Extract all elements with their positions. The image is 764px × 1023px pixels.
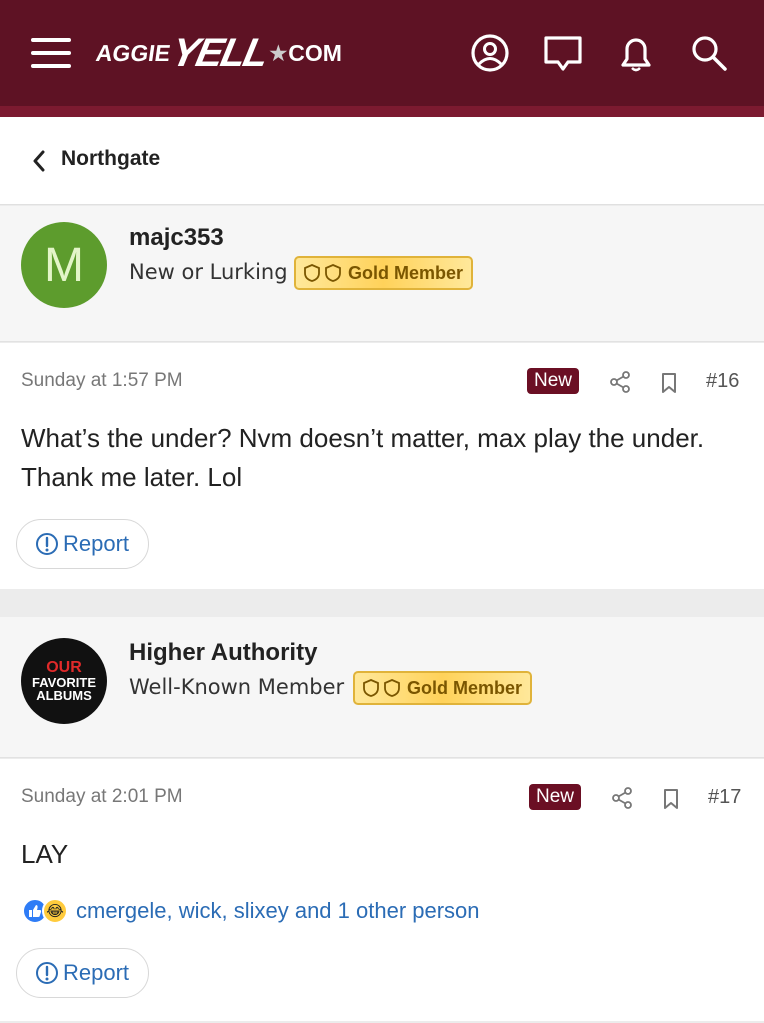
avatar[interactable]: OUR FAVORITE ALBUMS	[21, 638, 107, 724]
post-timestamp[interactable]: Sunday at 2:01 PM	[21, 786, 183, 808]
logo-text-left: AGGIE	[94, 39, 173, 66]
shield-icon	[363, 679, 400, 697]
star-icon: ★	[269, 42, 288, 65]
post-17: Sunday at 2:01 PM New #17 LAY 😂 cmergele…	[0, 759, 764, 1021]
report-button[interactable]: Report	[16, 948, 150, 998]
new-badge: New	[529, 784, 582, 810]
shield-icon	[304, 264, 341, 282]
share-icon[interactable]	[609, 371, 631, 393]
alert-circle-icon	[36, 962, 58, 984]
search-icon[interactable]	[688, 32, 730, 74]
logo-text-right: COM	[288, 39, 342, 66]
post-number[interactable]: #16	[706, 370, 739, 393]
post-message: LAY	[21, 839, 69, 869]
report-label: Report	[63, 531, 130, 556]
alert-circle-icon	[36, 533, 58, 555]
menu-icon[interactable]	[31, 38, 71, 68]
messages-icon[interactable]	[542, 32, 584, 74]
account-icon[interactable]	[469, 32, 511, 74]
alerts-icon[interactable]	[615, 32, 657, 74]
bookmark-icon[interactable]	[662, 788, 680, 810]
chevron-left-icon	[33, 150, 45, 172]
post-number[interactable]: #17	[708, 786, 741, 809]
breadcrumb[interactable]: Northgate	[0, 117, 764, 205]
top-navigation-bar: AGGIE YELL ★ COM	[0, 0, 764, 106]
gold-member-badge: Gold Member	[353, 671, 533, 705]
avatar-text: OUR	[46, 659, 82, 676]
bookmark-icon[interactable]	[660, 372, 678, 394]
post-timestamp[interactable]: Sunday at 1:57 PM	[21, 370, 183, 392]
reactions-bar[interactable]: 😂 cmergele, wick, slixey and 1 other per…	[22, 898, 480, 924]
badge-label: Gold Member	[407, 677, 523, 698]
header-stripe	[0, 106, 764, 117]
username[interactable]: Higher Authority	[129, 639, 317, 667]
logo-text-mid: YELL	[167, 30, 272, 75]
avatar[interactable]: M	[21, 222, 107, 308]
post-author-block: OUR FAVORITE ALBUMS Higher Authority Wel…	[0, 617, 764, 758]
user-title: New or Lurking	[129, 260, 288, 284]
breadcrumb-label[interactable]: Northgate	[61, 147, 160, 171]
new-badge: New	[527, 368, 580, 394]
share-icon[interactable]	[611, 787, 633, 809]
laugh-icon: 😂	[42, 898, 68, 924]
user-title: Well-Known Member	[129, 675, 345, 699]
post-16: Sunday at 1:57 PM New #16 What’s the und…	[0, 343, 764, 589]
reaction-users-link[interactable]: cmergele, wick, slixey and 1 other perso…	[76, 898, 480, 924]
post-author-block: M majc353 New or Lurking Gold Member	[0, 206, 764, 342]
avatar-letter: M	[44, 238, 84, 292]
avatar-text: ALBUMS	[36, 688, 92, 703]
gold-member-badge: Gold Member	[294, 256, 474, 290]
badge-label: Gold Member	[348, 262, 464, 283]
post-message: What’s the under? Nvm doesn’t matter, ma…	[21, 423, 705, 492]
site-logo[interactable]: AGGIE YELL ★ COM	[94, 30, 342, 76]
report-label: Report	[63, 960, 130, 985]
report-button[interactable]: Report	[16, 519, 150, 569]
username[interactable]: majc353	[129, 224, 224, 252]
